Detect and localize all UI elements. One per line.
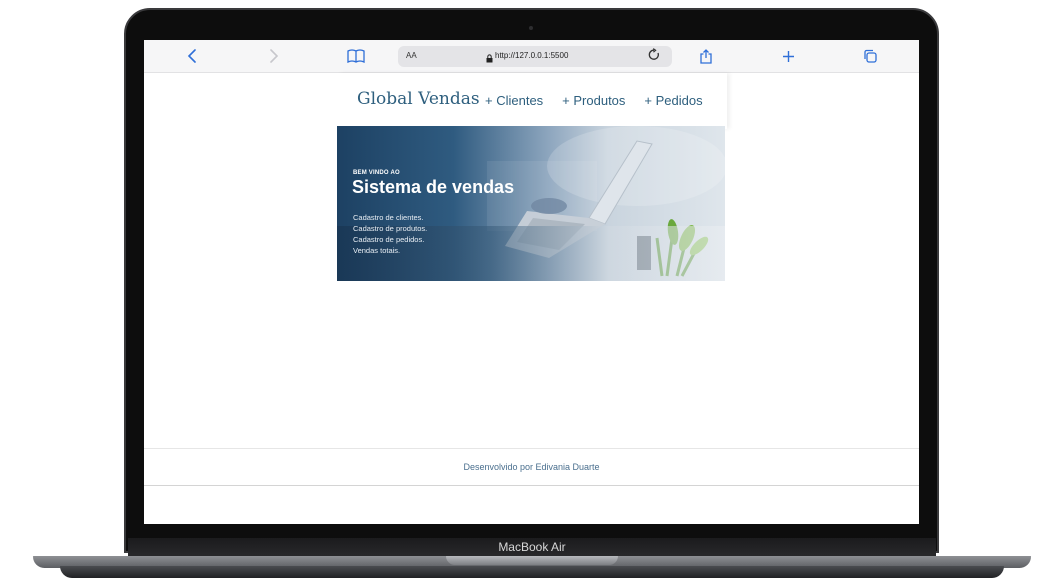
site-footer: Desenvolvido por Edivania Duarte xyxy=(144,448,919,486)
reload-icon[interactable] xyxy=(648,48,660,64)
banner-feature-item: Vendas totais. xyxy=(353,246,401,255)
tabs-icon[interactable] xyxy=(858,46,882,66)
banner-feature-list: Cadastro de clientes. Cadastro de produt… xyxy=(353,212,427,256)
site-header: Global Vendas + Clientes + Produtos + Pe… xyxy=(337,73,727,129)
share-icon[interactable] xyxy=(694,46,718,66)
footer-credit: Desenvolvido por Edivania Duarte xyxy=(463,462,600,472)
screen: AA http://127.0.0.1:5500 Global Vendas +… xyxy=(144,40,919,524)
nav-produtos-link[interactable]: + Produtos xyxy=(562,93,625,108)
laptop-opening-notch xyxy=(446,556,618,565)
banner-feature-item: Cadastro de produtos. xyxy=(353,224,428,233)
new-tab-icon[interactable] xyxy=(776,46,800,66)
url-text: http://127.0.0.1:5500 xyxy=(495,51,569,60)
forward-icon[interactable] xyxy=(262,46,286,66)
device-label: MacBook Air xyxy=(498,540,566,554)
laptop-base-shadow xyxy=(60,566,1004,578)
banner-feature-item: Cadastro de clientes. xyxy=(353,213,424,222)
site-brand[interactable]: Global Vendas xyxy=(357,89,480,109)
site-nav: + Clientes + Produtos + Pedidos xyxy=(485,93,703,108)
banner-feature-item: Cadastro de pedidos. xyxy=(353,235,425,244)
banner-kicker: BEM VINDO AO xyxy=(353,170,400,176)
bookmarks-icon[interactable] xyxy=(344,46,368,66)
browser-toolbar: AA http://127.0.0.1:5500 xyxy=(144,40,919,73)
address-bar[interactable]: AA http://127.0.0.1:5500 xyxy=(398,46,672,67)
text-size-button[interactable]: AA xyxy=(406,51,417,60)
banner-title: Sistema de vendas xyxy=(352,177,515,197)
nav-clientes-link[interactable]: + Clientes xyxy=(485,93,543,108)
back-icon[interactable] xyxy=(180,46,204,66)
camera-icon xyxy=(529,26,533,30)
nav-pedidos-link[interactable]: + Pedidos xyxy=(644,93,702,108)
lock-icon xyxy=(486,50,493,68)
welcome-banner: BEM VINDO AO Sistema de vendas Cadastro … xyxy=(337,126,725,281)
